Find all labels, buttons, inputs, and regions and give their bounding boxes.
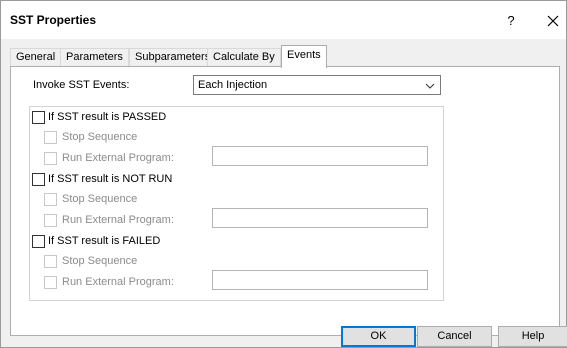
passed-run-external-label: Run External Program: bbox=[62, 152, 174, 164]
tab-general[interactable]: General bbox=[10, 48, 62, 67]
failed-stop-sequence-checkbox[interactable] bbox=[44, 255, 57, 268]
help-button[interactable]: Help bbox=[498, 326, 567, 347]
passed-stop-sequence-label: Stop Sequence bbox=[62, 131, 138, 143]
passed-checkbox[interactable] bbox=[32, 111, 45, 124]
failed-label: If SST result is FAILED bbox=[48, 235, 161, 247]
chevron-down-icon bbox=[424, 80, 436, 92]
not-run-stop-sequence-checkbox[interactable] bbox=[44, 193, 57, 206]
window-title: SST Properties bbox=[10, 13, 97, 27]
failed-stop-sequence-label: Stop Sequence bbox=[62, 255, 138, 267]
failed-checkbox[interactable] bbox=[32, 235, 45, 248]
passed-run-external-checkbox[interactable] bbox=[44, 152, 57, 165]
not-run-stop-sequence-label: Stop Sequence bbox=[62, 193, 138, 205]
help-icon[interactable]: ? bbox=[501, 11, 521, 31]
not-run-run-external-label: Run External Program: bbox=[62, 214, 174, 226]
not-run-external-program-field[interactable] bbox=[212, 208, 428, 228]
passed-label: If SST result is PASSED bbox=[48, 111, 167, 123]
sst-properties-dialog: SST Properties ? General Parameters Subp… bbox=[0, 0, 567, 348]
not-run-run-external-checkbox[interactable] bbox=[44, 214, 57, 227]
passed-external-program-field[interactable] bbox=[212, 146, 428, 166]
events-panel: Invoke SST Events: Each Injection If SST… bbox=[10, 66, 560, 336]
invoke-sst-events-value: Each Injection bbox=[198, 79, 268, 91]
passed-stop-sequence-checkbox[interactable] bbox=[44, 131, 57, 144]
tab-calculate-by[interactable]: Calculate By bbox=[207, 48, 281, 67]
invoke-sst-events-select[interactable]: Each Injection bbox=[193, 75, 441, 95]
ok-button[interactable]: OK bbox=[341, 326, 416, 347]
not-run-label: If SST result is NOT RUN bbox=[48, 173, 173, 185]
close-icon[interactable] bbox=[543, 11, 563, 31]
failed-external-program-field[interactable] bbox=[212, 270, 428, 290]
failed-run-external-label: Run External Program: bbox=[62, 276, 174, 288]
events-group: If SST result is PASSED Stop Sequence Ru… bbox=[29, 106, 444, 301]
tab-parameters[interactable]: Parameters bbox=[60, 48, 129, 67]
not-run-checkbox[interactable] bbox=[32, 173, 45, 186]
invoke-sst-events-label: Invoke SST Events: bbox=[33, 79, 130, 91]
failed-run-external-checkbox[interactable] bbox=[44, 276, 57, 289]
cancel-button[interactable]: Cancel bbox=[417, 326, 492, 347]
tab-events[interactable]: Events bbox=[281, 45, 327, 68]
title-bar: SST Properties ? bbox=[1, 1, 566, 39]
tab-subparameters[interactable]: Subparameters bbox=[129, 48, 217, 67]
